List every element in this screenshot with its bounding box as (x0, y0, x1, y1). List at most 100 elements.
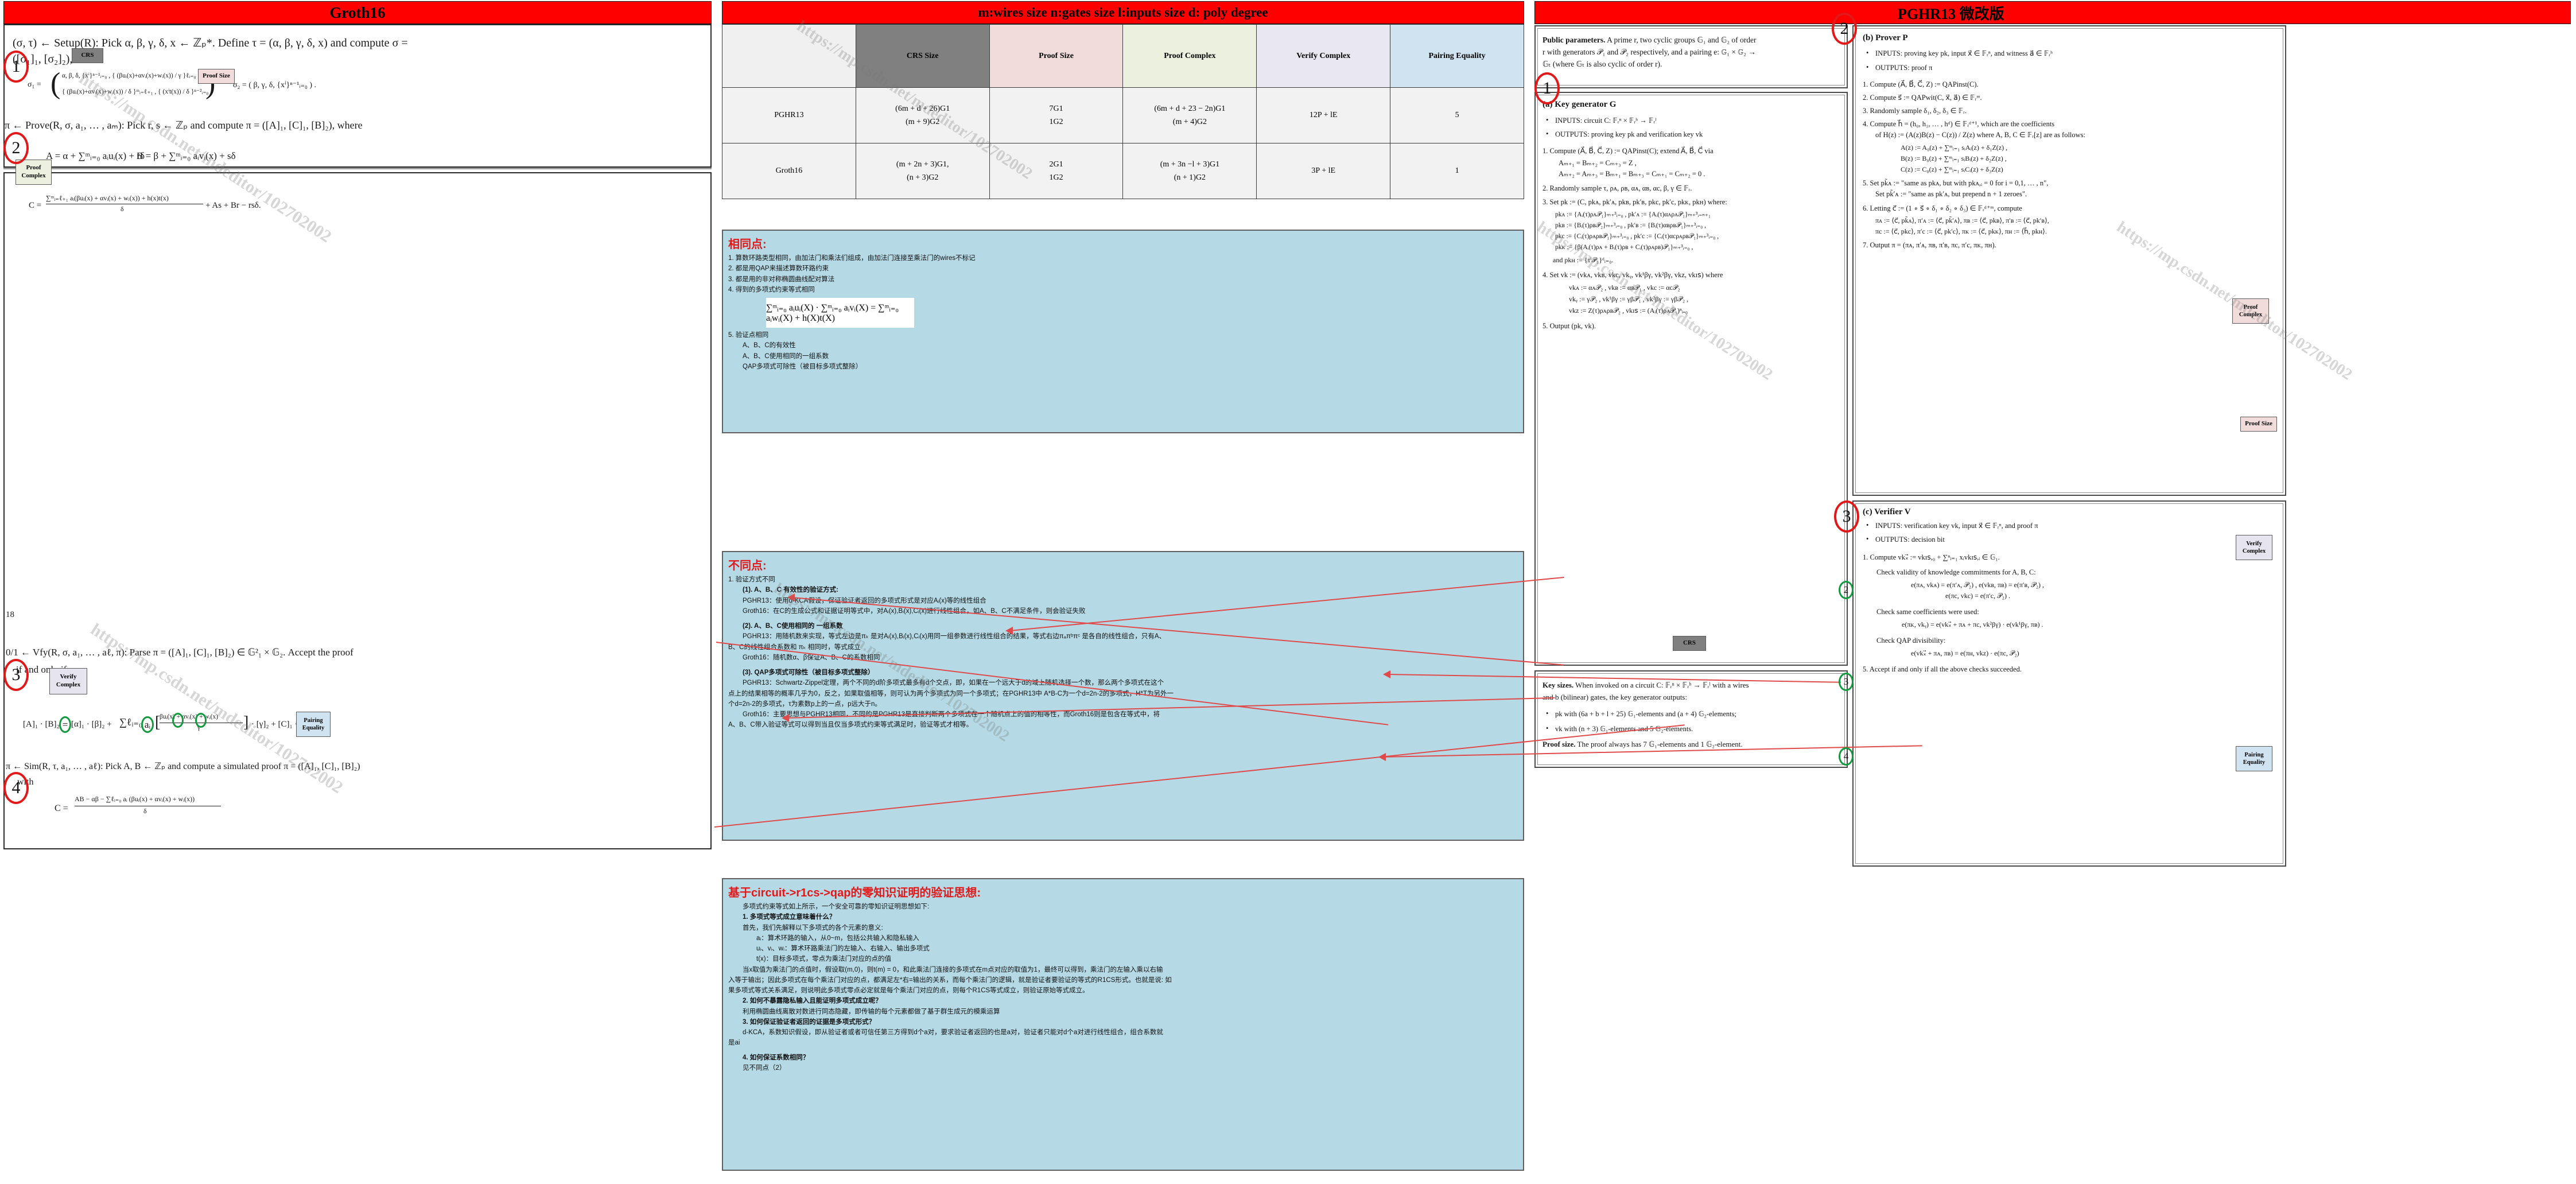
keygen-pkC: pkc := {Cᵢ(τ)ρᴀρʙ𝒫₁}ₘ₊³ᵢ₌₀ , pk′c := {Cᵢ… (1555, 232, 1719, 240)
keygen-step-1b: Aₘ₊₂ = Aₘ₊₃ = Bₘ₊₁ = Bₘ₊₃ = Cₘ₊₁ = Cₘ₊₂ … (1559, 169, 1705, 178)
prover-step-3: 3. Randomly sample δ₁, δ₂, δ₃ ∈ 𝔽ᵣ. (1863, 107, 1967, 115)
cell-line: 1G2 (1049, 173, 1063, 182)
cell-verify-complex-groth16: 3P + lE (1256, 143, 1391, 199)
verifier-step-2-eq-2: e(πc, vkc) = e(π′c, 𝒫₂) . (1945, 591, 2010, 600)
keygen-step-1: 1. Compute (A⃗, B⃗, C⃗, Z) := QAPinst(C)… (1543, 146, 1714, 155)
verifier-step-4: Check QAP divisibility: (1876, 636, 1946, 645)
key-sizes-text: Key sizes. When invoked on a circuit C: … (1543, 680, 1843, 704)
cell-pairing-equality-groth16: 1 (1390, 143, 1524, 199)
prover-step-5b: Set pk̃′ᴀ := "same as pk′ᴀ, but prepend … (1875, 190, 2027, 198)
keygen-step-5: 5. Output (pk, vk). (1543, 321, 1596, 330)
similarities-item: A、B、C使用相同的一组系数 (743, 352, 829, 360)
prover-pi-line-2: πc := ⟨c⃗, pkc⟩, π′c := ⟨c⃗, pk′c⟩, πᴋ :… (1875, 227, 2047, 235)
row-name-pghr13: PGHR13 (722, 87, 856, 143)
verifier-body: (c) Verifier V INPUTS: verification key … (1863, 507, 2279, 674)
tag-pairing-equality-right[interactable]: Pairing Equality (2236, 746, 2272, 771)
idea-question-1: 1. 多项式等式成立意味着什么？ (743, 914, 836, 921)
key-generator-io-list: INPUTS: circuit C: 𝔽ᵣⁿ × 𝔽ᵣʰ → 𝔽ᵣˡ OUTPU… (1543, 114, 1843, 142)
sim-C-lhs: C = (55, 803, 68, 813)
sigma1-left-paren: ( (50, 67, 61, 100)
tag-proof-complex-line1: Proof (26, 164, 41, 172)
similarities-box: 相同点: 1. 算数环路类型相同，由加法门和乘法们组成，由加法门连接至乘法门的w… (722, 230, 1524, 433)
equation-A: A = α + ∑ᵐᵢ₌₀ aᵢuᵢ(x) + rδ (46, 150, 145, 161)
green-circle-equals: = (59, 716, 71, 733)
tag-pc-right-line2: Complex (2239, 312, 2263, 318)
prover-step-4a: 4. Compute h⃗ = (h₀, h₁, … , hᵈ) ∈ 𝔽ᵣᵈ⁺¹… (1863, 120, 2055, 128)
left-column: Groth16 (σ, τ) ← Setup(R): Pick α, β, γ,… (0, 0, 716, 1184)
idea-answer: uᵢ、vᵢ、wᵢ：算术环路乘法门的左输入、右输入、输出多项式 (756, 945, 930, 952)
zk-verification-idea-box: 基于circuit->r1cs->qap的零知识证明的验证思想: 多项式约束等式… (722, 878, 1524, 1171)
marker-4-left: 4 (3, 772, 29, 804)
prover-title: (b) Prover P (1863, 33, 1908, 42)
tag-proof-complex-left[interactable]: Proof Complex (15, 160, 52, 185)
idea-answer: d-KCA，系数知识假设，即从验证者或者可信任第三方得到d个a对，要求验证者返回… (743, 1029, 1163, 1036)
green-circle-ai: aᵢ (141, 716, 154, 733)
prover-pi-line-1: πᴀ := ⟨c⃗, pk̃ᴀ⟩, π′ᴀ := ⟨c⃗, pk̃′ᴀ⟩, πʙ… (1875, 216, 2049, 224)
key-sizes-heading: Key sizes. (1543, 681, 1574, 689)
tag-proof-size-left[interactable]: Proof Size (198, 69, 235, 84)
connector-arrowhead-4 (1378, 753, 1386, 761)
marker-1-left: 1 (3, 51, 29, 83)
key-sizes-line1: When invoked on a circuit C: 𝔽ᵣⁿ × 𝔽ᵣʰ →… (1573, 681, 1749, 689)
differences-item: Groth16：在C的生成公式和证据证明等式中，对Aᵢ(x),Bᵢ(x),Cᵢ(… (743, 607, 1086, 615)
idea-title: 基于circuit->r1cs->qap的零知识证明的验证思想: (728, 887, 981, 899)
tag-pairing-line1: Pairing (304, 717, 323, 724)
right-column: PGHR13 微改版 Public parameters. A prime r,… (1531, 0, 2576, 1184)
verifier-step-2: Check validity of knowledge commitments … (1876, 568, 2036, 576)
connector-arrowhead-1 (1005, 627, 1013, 635)
cell-line: (n + 1)G2 (1174, 173, 1206, 182)
groth16-prove-verify-panel (3, 172, 712, 849)
tag-pairing-line2: Equality (302, 725, 325, 731)
similarities-item: 3. 都是用的非对称椭圆曲线配对算法 (728, 275, 835, 283)
sim-line-1: π ← Sim(R, τ, a₁, … , aℓ): Pick A, B ← ℤ… (6, 762, 360, 771)
differences-item: 1. 验证方式不同 (728, 576, 775, 583)
key-sizes-bullets: pk with (6a + b + l + 25) 𝔾₁-elements an… (1543, 706, 1843, 737)
table-header-proof-size: Proof Size (989, 24, 1124, 88)
connector-arrowhead-2 (787, 593, 795, 601)
equation-C-tail: + As + Br − rsδ. (205, 201, 261, 210)
cell-line: (6m + d + 23 − 2n)G1 (1154, 104, 1226, 113)
prover-step-5a: 5. Set pk̃ᴀ := "same as pkᴀ, but with pk… (1863, 179, 2049, 187)
tag-crs-right-label: CRS (1683, 639, 1696, 647)
prover-io-list: INPUTS: proving key pk, input x⃗ ∈ 𝔽ᵣⁿ, … (1863, 46, 2279, 75)
cell-line: 7G1 (1049, 104, 1063, 113)
tag-verify-complex-left[interactable]: Verify Complex (49, 668, 87, 694)
keygen-pkB: pkʙ := {Bᵢ(τ)ρʙ𝒫₂}ₘ₊³ᵢ₌₀ , pk′ʙ := {Bᵢ(τ… (1555, 222, 1707, 229)
tag-pairing-equality-left[interactable]: Pairing Equality (296, 712, 331, 737)
keygen-step-1a: Aₘ₊₁ = Bₘ₊₂ = Cₘ₊₃ = Z , (1559, 158, 1637, 167)
similarities-item: 1. 算数环路类型相同，由加法门和乘法们组成，由加法门连接至乘法门的wires不… (728, 255, 976, 262)
page-number: 18 (6, 610, 14, 619)
prover-poly-B: B(z) := B₀(z) + ∑ᵐᵢ₌₁ sᵢBᵢ(z) + δ₂Z(z) , (1901, 154, 2007, 162)
idea-question-3: 3. 如何保证验证者返回的证据是多项式形式？ (743, 1018, 876, 1026)
cell-proof-complex-pghr13: (6m + d + 23 − 2n)G1 (m + 4)G2 (1122, 87, 1257, 143)
idea-question-2: 2. 如何不暴露隐私输入且能证明多项式成立呢？ (743, 997, 882, 1005)
tag-crs-right[interactable]: CRS (1673, 636, 1706, 651)
prover-poly-A: A(z) := A₀(z) + ∑ᵐᵢ₌₁ sᵢAᵢ(z) + δ₁Z(z) , (1901, 143, 2008, 152)
green-marker-2-right: 2 (1839, 581, 1854, 599)
prover-panel: (b) Prover P INPUTS: proving key pk, inp… (1852, 25, 2286, 496)
prove-line: π ← Prove(R, σ, a₁, … , aₘ): Pick r, s ←… (5, 119, 363, 131)
keygen-pkK: pkᴋ := {β(Aᵢ(τ)ρᴀ + Bᵢ(τ)ρʙ + Cᵢ(τ)ρᴀρʙ)… (1555, 243, 1693, 251)
cell-line: (6m + d + 26)G1 (895, 104, 950, 113)
cell-proof-complex-groth16: (m + 3n −l + 3)G1 (n + 1)G2 (1122, 143, 1257, 199)
tag-pe-right-line2: Equality (2243, 759, 2266, 766)
table-header-proof-complex: Proof Complex (1122, 24, 1257, 88)
idea-answer: 果多项式等式关系满足，则说明此多项式零点必定就是每个乘法门对应的点，则每个R1C… (728, 987, 1089, 994)
tag-proof-complex-right[interactable]: Proof Complex (2232, 298, 2269, 324)
verifier-step-5: 5. Accept if and only if all the above c… (1863, 665, 2022, 673)
equation-B: B = β + ∑ᵐᵢ₌₀ aᵢvᵢ(x) + sδ (137, 150, 236, 161)
table-header-blank (722, 24, 856, 88)
tag-proof-size-right[interactable]: Proof Size (2240, 417, 2277, 432)
verifier-step-2-eq-1: e(πᴀ, vkᴀ) = e(π′ᴀ, 𝒫₂) , e(vkʙ, πʙ) = e… (1911, 580, 2045, 589)
tag-crs-left[interactable]: CRS (72, 48, 103, 63)
left-panel-banner: Groth16 (3, 1, 712, 24)
similarities-item: 5. 验证点相同 (728, 332, 769, 339)
prover-body: (b) Prover P INPUTS: proving key pk, inp… (1863, 33, 2279, 250)
vfy-equation-lhs: [A]₁ · [B]₂ (23, 720, 60, 729)
tag-verify-complex-right[interactable]: Verify Complex (2236, 535, 2272, 560)
tag-verify-complex-line1: Verify (60, 673, 77, 681)
public-parameters-panel: Public parameters. A prime r, two cyclic… (1534, 25, 1848, 88)
keygen-step-2: 2. Randomly sample τ, ρᴀ, ρʙ, αᴀ, αʙ, αc… (1543, 184, 1692, 192)
idea-answer: 入等于输出；因此多项式在每个乘法门对应的点，都满足左*右=输出的关系，而每个乘法… (728, 976, 1172, 984)
row-name-groth16: Groth16 (722, 143, 856, 199)
